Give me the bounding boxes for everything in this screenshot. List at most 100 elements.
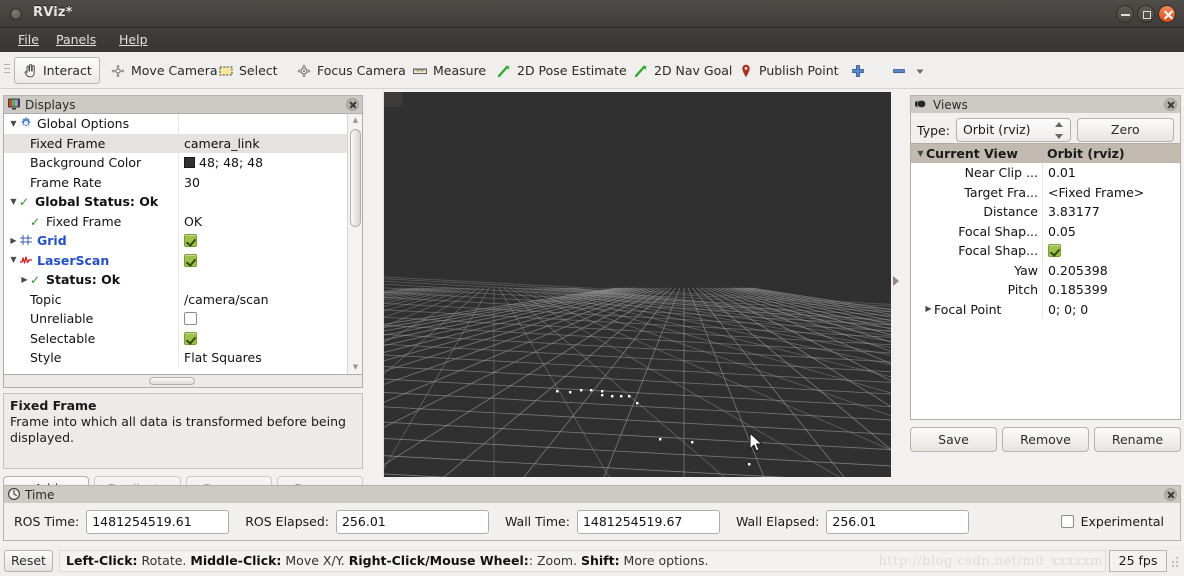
- scroll-up-arrow[interactable]: ▲: [348, 114, 362, 127]
- views-row-name-cell[interactable]: Distance: [911, 204, 1042, 219]
- display-row-value-cell[interactable]: [178, 270, 347, 290]
- display-row-name-cell[interactable]: · Fixed Frame: [4, 134, 178, 154]
- twisty-expanded-icon[interactable]: ▼: [8, 256, 19, 264]
- display-row-value-cell[interactable]: 48; 48; 48: [178, 153, 347, 173]
- twisty-expanded-icon[interactable]: ▼: [8, 197, 19, 206]
- views-row-value-cell[interactable]: 0.185399: [1042, 280, 1180, 300]
- display-row-name-cell[interactable]: · ✓ Fixed Frame: [4, 212, 178, 232]
- twisty-collapsed-icon[interactable]: ▶: [8, 236, 19, 245]
- tool-2d-pose-estimate[interactable]: 2D Pose Estimate: [488, 57, 635, 84]
- views-row[interactable]: Distance 3.83177: [911, 202, 1180, 222]
- displays-close-icon[interactable]: [346, 98, 359, 111]
- experimental-checkbox[interactable]: [1060, 515, 1074, 528]
- enabled-checkbox[interactable]: [184, 331, 197, 345]
- display-row[interactable]: · Background Color 48; 48; 48: [4, 153, 347, 173]
- tool-select[interactable]: Select: [210, 57, 286, 84]
- display-row-value-cell[interactable]: [178, 231, 347, 251]
- zero-button[interactable]: Zero: [1076, 118, 1174, 142]
- display-row-name-cell[interactable]: ▶ Grid: [4, 231, 178, 251]
- views-row-name-cell[interactable]: Focal Shap...: [911, 243, 1042, 258]
- menu-file[interactable]: File: [12, 31, 45, 48]
- tool-move-camera[interactable]: Move Camera: [102, 57, 226, 84]
- scroll-thumb[interactable]: [350, 129, 361, 227]
- display-row[interactable]: ▶ Grid: [4, 231, 347, 251]
- display-row-value-cell[interactable]: /camera/scan: [178, 289, 347, 309]
- wall-time-field[interactable]: 1481254519.67: [576, 509, 720, 534]
- views-row[interactable]: Yaw 0.205398: [911, 260, 1180, 280]
- views-row[interactable]: Near Clip ... 0.01: [911, 163, 1180, 183]
- color-swatch[interactable]: [184, 157, 195, 169]
- display-row[interactable]: ·▶✓ Status: Ok: [4, 270, 347, 290]
- enabled-checkbox[interactable]: [184, 234, 197, 248]
- views-row-name-cell[interactable]: ▶ Focal Point: [911, 302, 1042, 317]
- reset-button[interactable]: Reset: [4, 550, 53, 572]
- tool-add-button[interactable]: [845, 57, 871, 84]
- views-row-value-cell[interactable]: 0; 0; 0: [1042, 299, 1180, 319]
- save-view-button[interactable]: Save: [910, 427, 997, 452]
- displays-tree[interactable]: ▼ Global Options · Fixed Frame camera_link · B…: [3, 113, 363, 375]
- display-row-value-cell[interactable]: [178, 328, 347, 348]
- display-row-value-cell[interactable]: [178, 309, 347, 329]
- views-row-value-cell[interactable]: <Fixed Frame>: [1042, 182, 1180, 202]
- menu-panels[interactable]: Panels: [50, 31, 102, 48]
- views-row-value-cell[interactable]: [1042, 241, 1180, 261]
- views-row-value-cell[interactable]: 0.205398: [1042, 260, 1180, 280]
- views-row[interactable]: Focal Shap...: [911, 241, 1180, 261]
- hscroll-thumb[interactable]: [149, 377, 195, 385]
- views-row-name-cell[interactable]: Target Fra...: [911, 185, 1042, 200]
- views-row[interactable]: ▶ Focal Point 0; 0; 0: [911, 299, 1180, 319]
- minimize-button[interactable]: [1116, 5, 1134, 23]
- tool-publish-point[interactable]: Publish Point: [730, 57, 847, 84]
- enabled-checkbox[interactable]: [184, 312, 197, 326]
- tool-interact[interactable]: Interact: [14, 57, 100, 84]
- display-row[interactable]: · Selectable: [4, 328, 347, 349]
- display-row[interactable]: · Topic/camera/scan: [4, 289, 347, 310]
- display-row-value-cell[interactable]: [178, 192, 347, 212]
- display-row-value-cell[interactable]: OK: [178, 211, 347, 231]
- display-row[interactable]: · ✓ Fixed Frame OK: [4, 211, 347, 232]
- scroll-down-arrow[interactable]: ▼: [348, 361, 362, 374]
- views-row-name-cell[interactable]: Focal Shap...: [911, 224, 1042, 239]
- twisty-collapsed-icon[interactable]: ▶: [19, 275, 30, 284]
- views-row-value-cell[interactable]: 0.01: [1042, 163, 1180, 183]
- views-header-twisty[interactable]: ▼: [915, 149, 926, 158]
- display-row-name-cell[interactable]: · Topic: [4, 290, 178, 310]
- display-row-value-cell[interactable]: [178, 114, 347, 134]
- views-close-icon[interactable]: [1164, 98, 1177, 111]
- displays-vertical-scrollbar[interactable]: ▲ ▼: [347, 114, 362, 374]
- display-row[interactable]: ▼ LaserScan: [4, 250, 347, 270]
- tool-remove-button[interactable]: [888, 57, 910, 84]
- views-row[interactable]: Target Fra... <Fixed Frame>: [911, 182, 1180, 202]
- display-row[interactable]: · Style Flat Squares: [4, 348, 347, 368]
- display-row[interactable]: ▼ Global Options: [4, 114, 347, 134]
- views-row-value-cell[interactable]: 3.83177: [1042, 202, 1180, 222]
- display-row-name-cell[interactable]: ▼ Global Options: [4, 114, 178, 134]
- maximize-button[interactable]: [1137, 5, 1155, 23]
- display-row-value-cell[interactable]: [178, 250, 347, 270]
- views-row-name-cell[interactable]: Pitch: [911, 282, 1042, 297]
- rename-view-button[interactable]: Rename: [1094, 427, 1181, 452]
- views-row-name-cell[interactable]: Yaw: [911, 263, 1042, 278]
- time-close-icon[interactable]: [1164, 488, 1177, 501]
- panel-expand-arrow-icon[interactable]: [893, 276, 899, 286]
- views-row-value-cell[interactable]: 0.05: [1042, 221, 1180, 241]
- ros-elapsed-field[interactable]: 256.01: [335, 509, 489, 534]
- remove-view-button[interactable]: Remove: [1002, 427, 1089, 452]
- view-type-select[interactable]: Orbit (rviz): [955, 118, 1071, 142]
- twisty-collapsed-icon[interactable]: ▶: [923, 305, 934, 313]
- display-row-name-cell[interactable]: ▼ ✓ Global Status: Ok: [4, 192, 178, 212]
- display-row-name-cell[interactable]: · Background Color: [4, 153, 178, 173]
- views-row[interactable]: Focal Shap... 0.05: [911, 221, 1180, 241]
- spinner-arrows-icon[interactable]: [1055, 122, 1064, 139]
- display-row-value-cell[interactable]: Flat Squares: [178, 348, 347, 368]
- views-row-name-cell[interactable]: Near Clip ...: [911, 165, 1042, 180]
- display-row-name-cell[interactable]: · Selectable: [4, 329, 178, 349]
- menu-help[interactable]: Help: [113, 31, 154, 48]
- ros-time-field[interactable]: 1481254519.61: [86, 509, 230, 534]
- close-button[interactable]: [1158, 5, 1176, 23]
- display-row[interactable]: · Unreliable: [4, 309, 347, 329]
- resize-grip[interactable]: [1170, 553, 1180, 569]
- toolbar-grip[interactable]: [4, 64, 10, 76]
- display-row-name-cell[interactable]: · Unreliable: [4, 309, 178, 329]
- views-tree[interactable]: ▼ Current View Orbit (rviz) Near Clip ...…: [910, 143, 1181, 420]
